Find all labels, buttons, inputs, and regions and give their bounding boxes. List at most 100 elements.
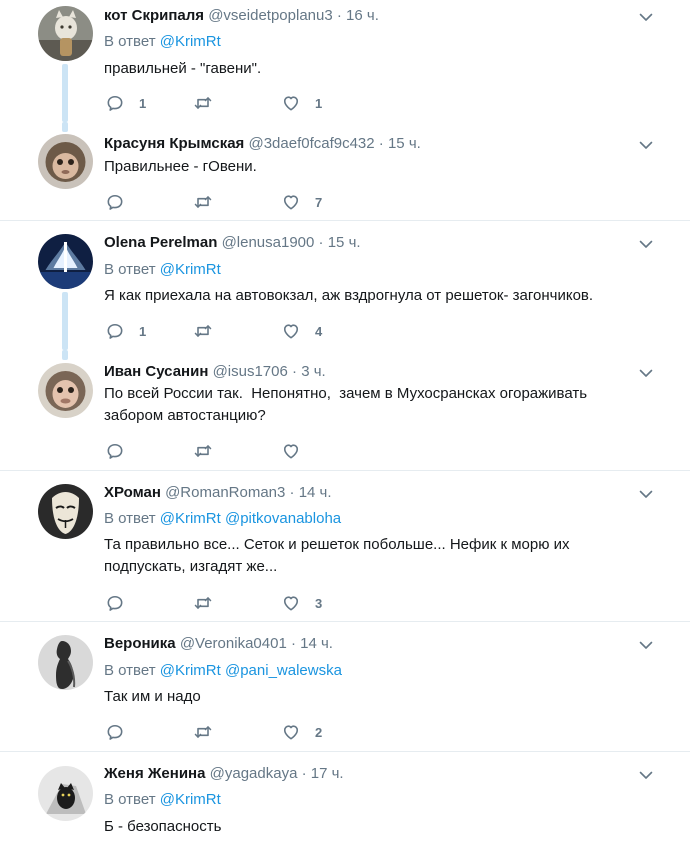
tweet-text: Так им и надо (104, 688, 201, 705)
tweet[interactable]: Вероника @Veronika0401 · 14 ч. В ответ @… (0, 622, 690, 751)
author-name[interactable]: кот Скрипаля (104, 7, 204, 24)
reply-button[interactable] (105, 441, 139, 461)
caret-down-icon[interactable] (638, 236, 654, 252)
caret-down-icon[interactable] (638, 365, 654, 381)
reply-button[interactable]: 1 (105, 321, 146, 341)
caret-down-icon[interactable] (638, 137, 654, 153)
retweet-button[interactable] (193, 441, 227, 461)
like-button[interactable]: 4 (281, 321, 322, 341)
author-handle[interactable]: @isus1706 (213, 363, 288, 380)
author-name[interactable]: Иван Сусанин (104, 363, 208, 380)
author-handle[interactable]: @RomanRoman3 (165, 484, 285, 501)
reply-prefix: В ответ (104, 662, 156, 679)
author-name[interactable]: Вероника (104, 635, 176, 652)
avatar[interactable] (38, 766, 93, 821)
like-icon (281, 321, 301, 341)
like-count: 2 (315, 724, 323, 740)
avatar[interactable] (38, 484, 93, 539)
like-icon (281, 722, 301, 742)
retweet-button[interactable] (193, 93, 227, 113)
retweet-button[interactable] (193, 321, 227, 341)
author-name[interactable]: ХРоман (104, 484, 161, 501)
like-icon (281, 441, 301, 461)
separator-dot: · (318, 234, 324, 251)
avatar[interactable] (38, 6, 93, 61)
retweet-button[interactable] (193, 593, 227, 613)
avatar-image (38, 363, 93, 418)
mention-link[interactable]: @KrimRt (160, 510, 221, 527)
avatar[interactable] (38, 134, 93, 189)
avatar-image (38, 635, 93, 690)
avatar-image (38, 766, 93, 821)
like-icon (281, 192, 301, 212)
timestamp[interactable]: 15 ч. (388, 135, 421, 152)
tweet[interactable]: ХРоман @RomanRoman3 · 14 ч. В ответ @Kri… (0, 471, 690, 621)
mention-link[interactable]: @KrimRt (160, 261, 221, 278)
author-handle[interactable]: @3daef0fcaf9c432 (248, 135, 374, 152)
timestamp[interactable]: 14 ч. (299, 484, 332, 501)
timestamp[interactable]: 3 ч. (301, 363, 326, 380)
separator-dot: · (290, 635, 296, 652)
retweet-icon (193, 192, 213, 212)
author-name[interactable]: Красуня Крымская (104, 135, 244, 152)
like-count: 1 (315, 95, 323, 111)
timestamp[interactable]: 17 ч. (311, 765, 344, 782)
retweet-button[interactable] (193, 722, 227, 742)
thread-line (62, 64, 68, 122)
tweet-text: Правильнее - гОвени. (104, 158, 257, 175)
avatar-image (38, 234, 93, 289)
retweet-icon (193, 93, 213, 113)
tweet[interactable]: кот Скрипаля @vseidetpoplanu3 · 16 ч. В … (0, 0, 690, 122)
like-button[interactable]: 1 (281, 93, 322, 113)
avatar[interactable] (38, 234, 93, 289)
reply-button[interactable] (105, 593, 139, 613)
avatar[interactable] (38, 363, 93, 418)
author-name[interactable]: Olena Perelman (104, 234, 217, 251)
like-button[interactable]: 2 (281, 722, 322, 742)
mention-link[interactable]: @pitkovanabloha (225, 510, 341, 527)
like-icon (281, 593, 301, 613)
like-button[interactable]: 7 (281, 192, 322, 212)
tweet-text: Б - безопасность (104, 818, 222, 835)
reply-button[interactable]: 1 (105, 93, 146, 113)
tweet-text: правильней - "гавени". (104, 60, 262, 77)
caret-down-icon[interactable] (638, 637, 654, 653)
avatar[interactable] (38, 635, 93, 690)
caret-down-icon[interactable] (638, 767, 654, 783)
timestamp[interactable]: 15 ч. (328, 234, 361, 251)
timestamp[interactable]: 16 ч. (346, 7, 379, 24)
author-name[interactable]: Женя Женина (104, 765, 205, 782)
caret-down-icon[interactable] (638, 9, 654, 25)
reply-context: В ответ @KrimRt @pani_walewska (104, 661, 342, 681)
reply-count: 1 (139, 95, 147, 111)
avatar-image (38, 134, 93, 189)
like-count: 3 (315, 595, 323, 611)
reply-button[interactable] (105, 722, 139, 742)
tweet[interactable]: Женя Женина @yagadkaya · 17 ч. В ответ @… (0, 752, 690, 843)
reply-context: В ответ @KrimRt @pitkovanabloha (104, 509, 341, 529)
thread-line (62, 292, 68, 350)
mention-link[interactable]: @KrimRt (160, 791, 221, 808)
caret-down-icon[interactable] (638, 486, 654, 502)
like-button[interactable] (281, 441, 315, 461)
author-handle[interactable]: @lenusa1900 (222, 234, 315, 251)
like-button[interactable]: 3 (281, 593, 322, 613)
timestamp[interactable]: 14 ч. (300, 635, 333, 652)
author-handle[interactable]: @yagadkaya (210, 765, 298, 782)
retweet-icon (193, 722, 213, 742)
reply-button[interactable] (105, 192, 139, 212)
tweet-header: ХРоман @RomanRoman3 · 14 ч. (104, 483, 332, 503)
mention-link[interactable]: @KrimRt (160, 662, 221, 679)
tweet[interactable]: Красуня Крымская @3daef0fcaf9c432 · 15 ч… (0, 122, 690, 220)
reply-prefix: В ответ (104, 510, 156, 527)
tweet-text: Та правильно все... Сеток и решеток побо… (104, 534, 664, 578)
mention-link[interactable]: @KrimRt (160, 33, 221, 50)
tweet[interactable]: Иван Сусанин @isus1706 · 3 ч. По всей Ро… (0, 350, 690, 470)
retweet-button[interactable] (193, 192, 227, 212)
mention-link[interactable]: @pani_walewska (225, 662, 342, 679)
tweet-text-line: подпускать, изгадят же... (104, 558, 278, 575)
tweet[interactable]: Olena Perelman @lenusa1900 · 15 ч. В отв… (0, 221, 690, 350)
avatar-image (38, 6, 93, 61)
author-handle[interactable]: @Veronika0401 (180, 635, 287, 652)
author-handle[interactable]: @vseidetpoplanu3 (208, 7, 332, 24)
